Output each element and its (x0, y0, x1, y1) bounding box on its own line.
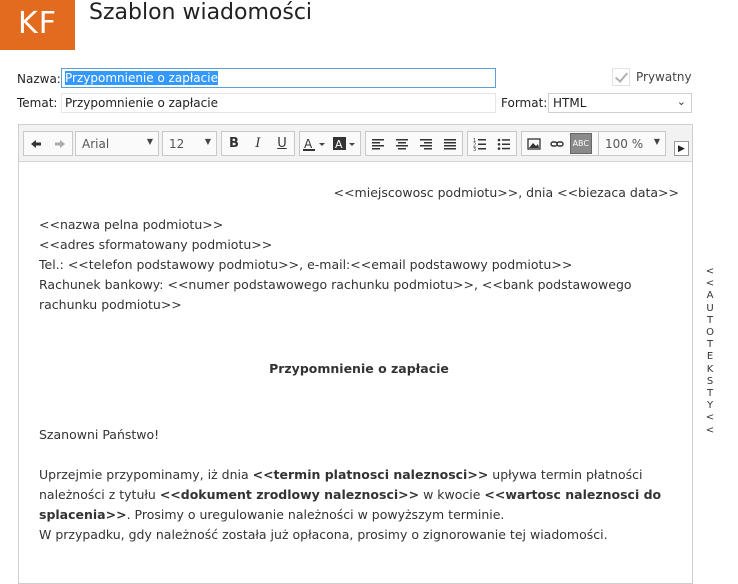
text-run: . Prosimy o uregulowanie należności w po… (126, 507, 505, 522)
body-paragraph: W przypadku, gdy należność została już o… (39, 527, 608, 542)
app-logo: KF (0, 0, 75, 50)
subject-label: Temat: (17, 96, 58, 110)
align-center-button[interactable] (390, 132, 414, 155)
placeholder-field: <<dokument zrodlowy naleznosci>> (159, 487, 420, 502)
text-run: Uprzejmie przypominamy, iż dnia (39, 467, 253, 482)
place-date-line: <<miejscowosc podmiotu>>, dnia <<biezaca… (333, 185, 679, 200)
body-paragraph: Uprzejmie przypominamy, iż dnia <<termin… (39, 465, 679, 525)
greeting: Szanowni Państwo! (39, 427, 160, 442)
sender-line: <<adres sformatowany podmiotu>> (39, 237, 273, 252)
color-group: A A (299, 131, 361, 156)
name-label: Nazwa: (17, 72, 61, 86)
autotexts-panel-toggle[interactable]: < < A U T O T E K S T Y < < (703, 266, 717, 437)
sender-line: <<nazwa pelna podmiotu>> (39, 217, 224, 232)
font-size-value: 12 ▼ (163, 132, 216, 155)
sidebar-letter: < (705, 424, 715, 436)
spellcheck-button[interactable]: ABC (569, 132, 593, 155)
sidebar-letter: Y (706, 400, 714, 412)
redo-icon (55, 139, 65, 148)
toolbar-more-button[interactable]: ▶ (674, 141, 689, 156)
sidebar-letter: U (706, 302, 714, 314)
sidebar-letter: K (706, 363, 714, 375)
chevron-down-icon: ▼ (204, 137, 211, 146)
subject-input[interactable]: Przypomnienie o zapłacie (61, 93, 496, 113)
align-justify-icon (444, 138, 456, 149)
sidebar-letter: < (705, 278, 715, 290)
align-left-icon (372, 138, 384, 149)
background-color-button[interactable]: A (330, 132, 360, 155)
numbered-list-icon: 123 (473, 138, 486, 151)
alignment-group (365, 131, 463, 156)
italic-button[interactable]: I (246, 132, 270, 155)
name-input-value: Przypomnienie o zapłacie (65, 71, 218, 85)
subject-input-value: Przypomnienie o zapłacie (65, 96, 218, 110)
underline-button[interactable]: U (270, 132, 294, 155)
redo-button[interactable] (48, 132, 72, 155)
message-editor[interactable]: Arial ▼ 12 ▼ B I U A A 1 2 3 ABC 100 % ▼… (18, 124, 693, 584)
sender-line: Rachunek bankowy: <<numer podstawowego r… (39, 277, 632, 312)
undo-icon (31, 139, 41, 148)
font-size-text: 12 (169, 136, 185, 151)
zoom-text: 100 % (605, 136, 644, 151)
align-left-button[interactable] (366, 132, 390, 155)
svg-text:A: A (304, 137, 313, 151)
format-label: Format: (501, 96, 548, 110)
sidebar-letter: A (706, 290, 714, 302)
sidebar-letter: < (705, 266, 715, 277)
text-run: w kwocie (419, 487, 485, 502)
font-family-value: Arial ▼ (76, 132, 158, 155)
page-title: Szablon wiadomości (89, 0, 313, 25)
sidebar-letter: T (706, 314, 714, 326)
spellcheck-icon: ABC (569, 133, 592, 154)
list-group: 123 (467, 131, 517, 156)
private-label: Prywatny (636, 70, 692, 84)
bullet-list-icon (497, 138, 510, 150)
font-color-button[interactable]: A (300, 132, 330, 155)
svg-text:3: 3 (473, 147, 476, 151)
justify-button[interactable] (438, 132, 462, 155)
numbered-list-button[interactable]: 123 (468, 132, 492, 155)
placeholder-field: <<termin platnosci naleznosci>> (252, 467, 489, 482)
undo-button[interactable] (24, 132, 48, 155)
align-center-icon (396, 138, 408, 149)
insert-image-button[interactable] (522, 132, 546, 155)
sidebar-letter: S (706, 375, 714, 387)
format-select-value: HTML (553, 96, 587, 110)
chevron-down-icon: ▼ (146, 137, 153, 146)
sidebar-letter: E (706, 351, 714, 363)
sidebar-letter: T (706, 339, 714, 351)
format-select[interactable]: HTML ⌄ (548, 93, 692, 113)
sender-line: Tel.: <<telefon podstawowy podmiotu>>, e… (39, 257, 573, 272)
check-icon (612, 68, 630, 86)
image-icon (527, 137, 541, 150)
chevron-down-icon: ⌄ (676, 95, 686, 108)
name-input[interactable]: Przypomnienie o zapłacie (61, 68, 496, 88)
svg-text:A: A (335, 138, 343, 151)
sidebar-letter: < (705, 412, 715, 424)
font-size-select[interactable]: 12 ▼ (162, 131, 217, 156)
sidebar-letter: T (706, 388, 714, 400)
chevron-down-icon: ▼ (653, 137, 660, 146)
highlight-color-icon: A (333, 136, 355, 151)
font-color-icon: A (303, 137, 325, 151)
font-family-text: Arial (82, 136, 110, 151)
align-right-button[interactable] (414, 132, 438, 155)
sidebar-letter: O (706, 327, 714, 339)
text-style-group: B I U (221, 131, 295, 156)
private-checkbox[interactable]: Prywatny (612, 68, 692, 86)
bold-button[interactable]: B (222, 132, 246, 155)
message-body[interactable]: <<miejscowosc podmiotu>>, dnia <<biezaca… (39, 163, 679, 545)
align-right-icon (420, 138, 432, 149)
zoom-select[interactable]: 100 % ▼ (598, 131, 666, 156)
bullet-list-button[interactable] (492, 132, 516, 155)
font-family-select[interactable]: Arial ▼ (75, 131, 159, 156)
insert-link-button[interactable] (546, 132, 570, 155)
history-group (23, 131, 73, 156)
zoom-value: 100 % ▼ (599, 132, 665, 155)
link-icon (550, 140, 564, 147)
letter-heading: Przypomnienie o zapłacie (269, 361, 449, 376)
editor-toolbar: Arial ▼ 12 ▼ B I U A A 1 2 3 ABC 100 % ▼… (19, 125, 692, 162)
